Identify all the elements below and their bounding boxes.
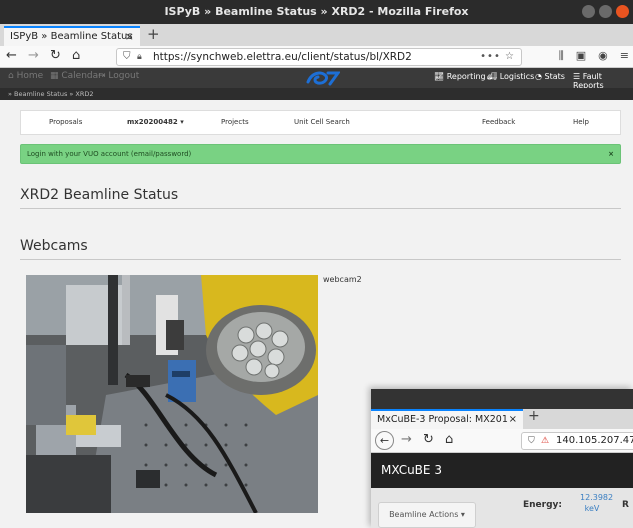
webcams-heading: Webcams: [20, 238, 88, 254]
menu-help[interactable]: Help: [573, 118, 589, 126]
nav-logistics[interactable]: 🚚︎ Logistics: [487, 72, 534, 81]
tab-bar: ISPyB » Beamline Status × +: [0, 24, 633, 46]
home-icon[interactable]: ⌂: [72, 48, 80, 63]
webcam-image[interactable]: [26, 275, 318, 513]
energy-label: Energy:: [523, 500, 563, 510]
window2-browser-tab[interactable]: MxCuBE-3 Proposal: MX201 ×: [371, 409, 523, 429]
library-icon[interactable]: ⫼: [559, 49, 564, 63]
alert-text: Login with your VUO account (email/passw…: [27, 150, 192, 158]
window-title: ISPyB » Beamline Status » XRD2 - Mozilla…: [164, 5, 469, 18]
mxcube-body: Beamline Actions ▾ Energy: 12.3982 keV R: [371, 488, 633, 528]
window2-new-tab-button[interactable]: +: [528, 408, 540, 424]
app-navbar: ⌂ Home ▦ Calendar ⇥ Logout 📈︎ Reporting …: [0, 68, 633, 90]
nav-reporting[interactable]: 📈︎ Reporting: [434, 72, 486, 81]
window-titlebar: ISPyB » Beamline Status » XRD2 - Mozilla…: [0, 0, 633, 24]
sidebar-icon[interactable]: ▣: [576, 49, 586, 63]
page-title: XRD2 Beamline Status: [20, 187, 179, 203]
webcam-label: webcam2: [323, 275, 362, 284]
window2-tab-title: MxCuBE-3 Proposal: MX201: [377, 414, 508, 425]
nav-stats[interactable]: ◔ Stats: [535, 72, 565, 81]
window2-forward-icon[interactable]: →: [401, 432, 412, 447]
minimize-button[interactable]: [582, 5, 595, 18]
window2-url-bar[interactable]: ⛉ ⚠ 140.105.207.47: [521, 432, 633, 450]
truncated-label: R: [622, 500, 629, 510]
shield-icon[interactable]: ⛉: [123, 49, 131, 65]
divider: [20, 208, 621, 209]
webcam-scene: [26, 275, 318, 513]
back-icon[interactable]: ←: [6, 48, 17, 63]
login-alert: Login with your VUO account (email/passw…: [20, 144, 621, 164]
mxcube-window[interactable]: MxCuBE-3 Proposal: MX201 × + ← → ↻ ⌂ ⛉ ⚠…: [371, 389, 633, 528]
insecure-connection-icon[interactable]: ⚠: [541, 433, 549, 449]
menu-proposal-dropdown[interactable]: mx20200482 ▾: [127, 118, 184, 126]
ispyb-logo[interactable]: [306, 70, 340, 86]
nav-logout[interactable]: ⇥ Logout: [98, 71, 139, 81]
url-bar[interactable]: ⛉ 🔒︎ https://synchweb.elettra.eu/client/…: [116, 48, 522, 66]
reload-icon[interactable]: ↻: [50, 48, 61, 63]
window2-home-icon[interactable]: ⌂: [445, 432, 453, 447]
nav-home[interactable]: ⌂ Home: [8, 71, 43, 81]
window-controls: [582, 5, 629, 18]
beamline-actions-button[interactable]: Beamline Actions ▾: [378, 502, 476, 528]
energy-number: 12.3982: [580, 493, 614, 502]
window2-navigation-toolbar: ← → ↻ ⌂ ⛉ ⚠ 140.105.207.47: [371, 429, 633, 453]
menu-unit-cell-search[interactable]: Unit Cell Search: [294, 118, 350, 126]
menu-feedback[interactable]: Feedback: [482, 118, 515, 126]
tab-close-icon[interactable]: ×: [125, 28, 134, 45]
navigation-toolbar: ← → ↻ ⌂ ⛉ 🔒︎ https://synchweb.elettra.eu…: [0, 46, 633, 68]
page-actions-icon[interactable]: ••• ☆: [480, 49, 515, 65]
energy-unit: keV: [584, 504, 600, 513]
divider: [20, 259, 621, 260]
menu-icon[interactable]: ≡: [620, 49, 629, 63]
tab-title: ISPyB » Beamline Status: [10, 31, 133, 42]
browser-tab[interactable]: ISPyB » Beamline Status ×: [4, 26, 140, 46]
window2-reload-icon[interactable]: ↻: [423, 432, 434, 447]
energy-value[interactable]: 12.3982 keV: [580, 492, 614, 514]
mxcube-header: MXCuBE 3: [371, 453, 633, 488]
window2-shield-icon[interactable]: ⛉: [528, 433, 535, 449]
window2-tab-close-icon[interactable]: ×: [509, 411, 517, 428]
window2-titlebar: [371, 389, 633, 409]
toolbar-right: ⫼ ▣ ◉ ≡: [559, 49, 629, 63]
account-icon[interactable]: ◉: [598, 49, 608, 63]
window2-url-text: 140.105.207.47: [556, 435, 633, 446]
mxcube-title[interactable]: MXCuBE 3: [381, 463, 442, 477]
menu-projects[interactable]: Projects: [221, 118, 249, 126]
maximize-button[interactable]: [599, 5, 612, 18]
close-window-button[interactable]: [616, 5, 629, 18]
new-tab-button[interactable]: +: [147, 25, 160, 43]
forward-icon[interactable]: →: [28, 48, 39, 63]
breadcrumb[interactable]: » Beamline Status » XRD2: [0, 88, 633, 100]
main-menu: Proposals mx20200482 ▾ Projects Unit Cel…: [20, 110, 621, 135]
window2-back-icon[interactable]: ←: [375, 431, 394, 450]
alert-close-icon[interactable]: ×: [608, 145, 614, 164]
menu-proposals[interactable]: Proposals: [49, 118, 82, 126]
url-text: https://synchweb.elettra.eu/client/statu…: [153, 51, 412, 63]
lock-icon[interactable]: 🔒︎: [137, 49, 142, 65]
nav-calendar[interactable]: ▦ Calendar: [50, 71, 102, 81]
